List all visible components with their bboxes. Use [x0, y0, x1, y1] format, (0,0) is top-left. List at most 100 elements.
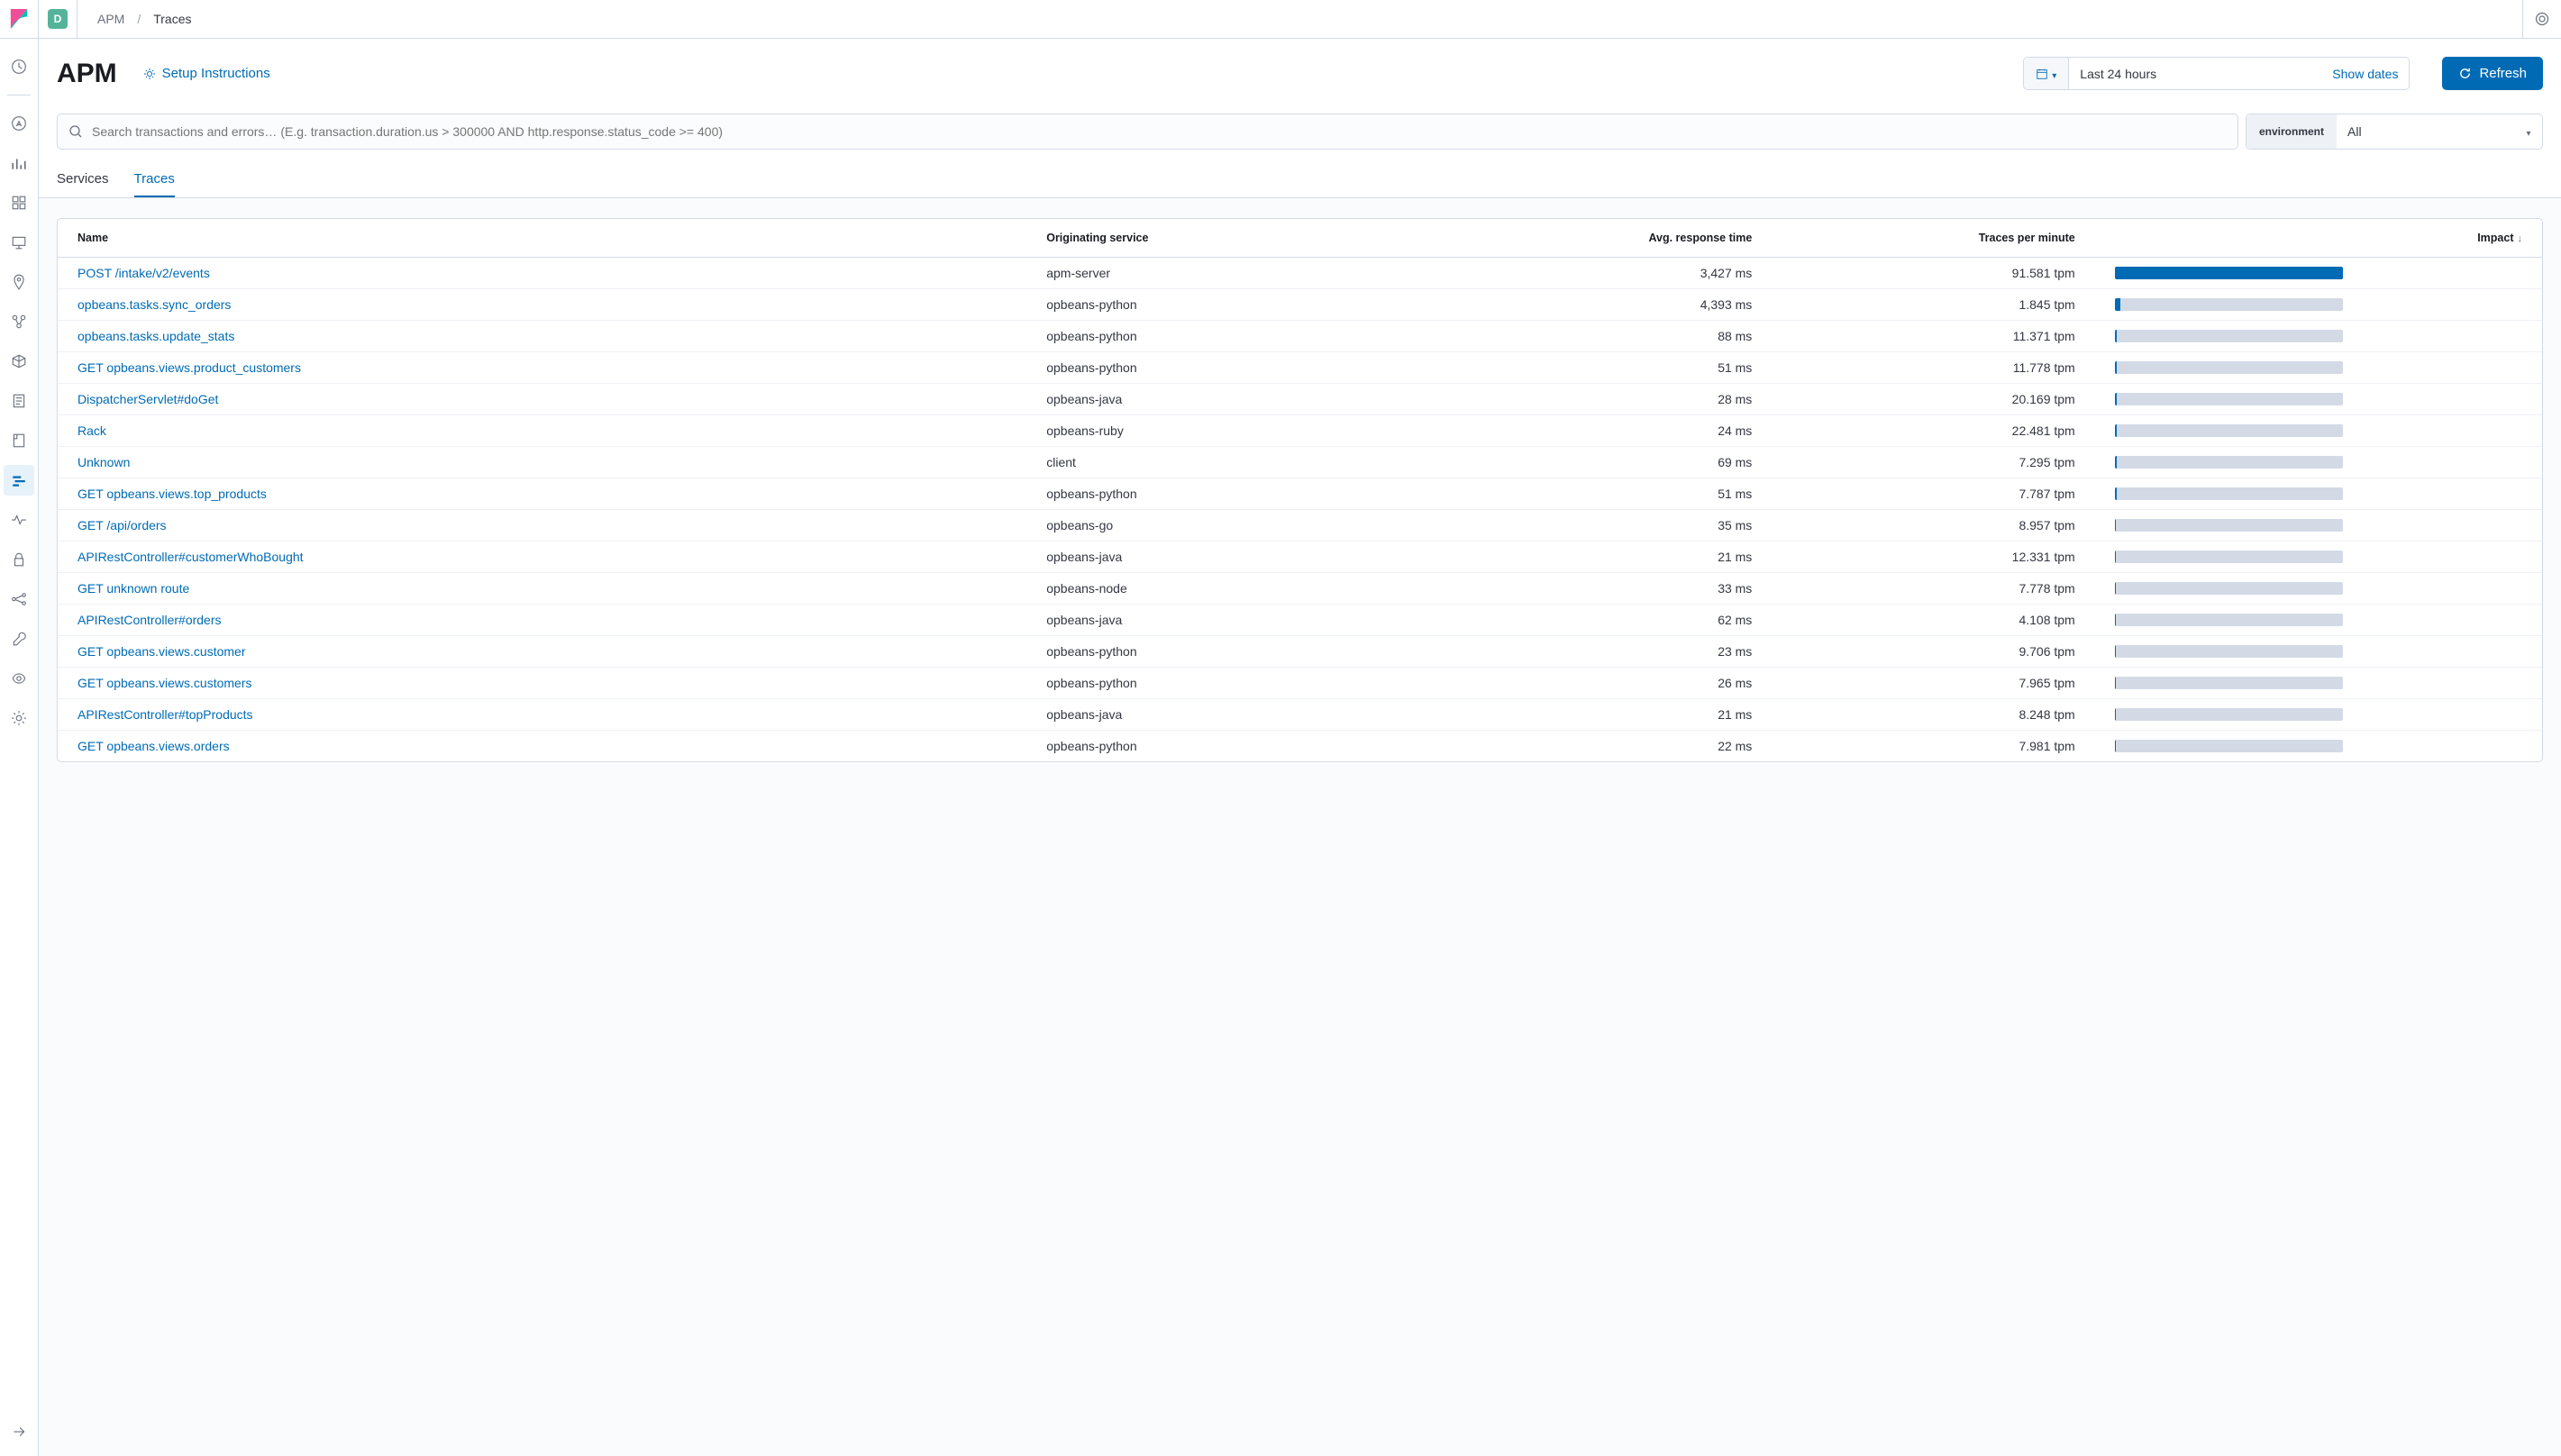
nav-infrastructure[interactable] [4, 346, 34, 377]
tpm-cell: 7.787 tpm [1772, 478, 2094, 510]
ml-icon [11, 314, 27, 330]
impact-bar [2115, 740, 2343, 752]
nav-maps[interactable] [4, 267, 34, 297]
table-row: GET opbeans.views.product_customers opbe… [58, 352, 2542, 384]
trace-name-link[interactable]: GET opbeans.views.customers [77, 676, 252, 690]
trace-name-link[interactable]: APIRestController#customerWhoBought [77, 550, 304, 564]
avg-cell: 4,393 ms [1449, 289, 1772, 321]
bar-chart-icon [11, 155, 27, 171]
kibana-logo[interactable] [0, 0, 39, 39]
gear-icon [11, 710, 27, 726]
impact-cell [2095, 699, 2542, 731]
trace-name-link[interactable]: GET /api/orders [77, 518, 167, 532]
search-input[interactable] [92, 124, 2227, 139]
tab-services[interactable]: Services [57, 171, 109, 197]
avg-cell: 69 ms [1449, 447, 1772, 478]
nav-discover[interactable] [4, 108, 34, 139]
tabs: Services Traces [57, 171, 2543, 197]
nav-monitoring[interactable] [4, 663, 34, 694]
nav-visualize[interactable] [4, 148, 34, 178]
apm-icon [11, 472, 27, 488]
service-cell: client [1026, 447, 1449, 478]
trace-name-link[interactable]: opbeans.tasks.sync_orders [77, 297, 231, 312]
nav-dashboard[interactable] [4, 187, 34, 218]
wrench-icon [11, 631, 27, 647]
table-row: opbeans.tasks.sync_orders opbeans-python… [58, 289, 2542, 321]
nav-canvas[interactable] [4, 227, 34, 258]
service-cell: opbeans-python [1026, 636, 1449, 668]
trace-name-link[interactable]: POST /intake/v2/events [77, 266, 210, 280]
service-cell: opbeans-java [1026, 605, 1449, 636]
network-icon [11, 591, 27, 607]
date-range-display[interactable]: Last 24 hours [2069, 58, 2321, 89]
refresh-button[interactable]: Refresh [2442, 57, 2543, 90]
trace-name-link[interactable]: APIRestController#topProducts [77, 707, 253, 722]
nav-apm[interactable] [4, 465, 34, 496]
kibana-logo-icon [10, 9, 28, 29]
refresh-icon [2458, 67, 2472, 80]
table-row: DispatcherServlet#doGet opbeans-java 28 … [58, 384, 2542, 415]
trace-name-link[interactable]: GET unknown route [77, 581, 189, 596]
setup-instructions-label: Setup Instructions [162, 66, 270, 81]
tpm-cell: 7.778 tpm [1772, 573, 2094, 605]
avg-cell: 21 ms [1449, 699, 1772, 731]
table-row: GET opbeans.views.customer opbeans-pytho… [58, 636, 2542, 668]
impact-cell [2095, 731, 2542, 762]
service-cell: opbeans-python [1026, 352, 1449, 384]
trace-name-link[interactable]: GET opbeans.views.product_customers [77, 360, 301, 375]
table-row: GET /api/orders opbeans-go 35 ms 8.957 t… [58, 510, 2542, 541]
date-picker-calendar-button[interactable] [2024, 58, 2069, 89]
tpm-cell: 11.778 tpm [1772, 352, 2094, 384]
trace-name-link[interactable]: DispatcherServlet#doGet [77, 392, 218, 406]
nav-uptime[interactable] [4, 505, 34, 535]
breadcrumb-parent[interactable]: APM [97, 12, 124, 26]
trace-name-link[interactable]: Rack [77, 423, 106, 438]
impact-bar [2115, 330, 2343, 342]
setup-instructions-link[interactable]: Setup Instructions [142, 66, 270, 81]
top-header: D APM / Traces [0, 0, 2561, 39]
show-dates-button[interactable]: Show dates [2321, 58, 2409, 89]
tpm-cell: 12.331 tpm [1772, 541, 2094, 573]
clock-icon [11, 59, 27, 75]
nav-siem[interactable] [4, 425, 34, 456]
col-header-tpm[interactable]: Traces per minute [1772, 219, 2094, 258]
impact-cell [2095, 636, 2542, 668]
nav-ml[interactable] [4, 306, 34, 337]
col-header-impact[interactable]: Impact↓ [2095, 219, 2542, 258]
table-row: Rack opbeans-ruby 24 ms 22.481 tpm [58, 415, 2542, 447]
service-cell: opbeans-go [1026, 510, 1449, 541]
impact-cell [2095, 541, 2542, 573]
tpm-cell: 4.108 tpm [1772, 605, 2094, 636]
nav-dev-tools[interactable] [4, 623, 34, 654]
col-header-service[interactable]: Originating service [1026, 219, 1449, 258]
nav-graph[interactable] [4, 584, 34, 614]
document-icon [11, 432, 27, 449]
tpm-cell: 11.371 tpm [1772, 321, 2094, 352]
pin-icon [11, 274, 27, 290]
search-box[interactable] [57, 114, 2238, 150]
impact-cell [2095, 573, 2542, 605]
trace-name-link[interactable]: APIRestController#orders [77, 613, 222, 627]
nav-logs[interactable] [4, 386, 34, 416]
trace-name-link[interactable]: GET opbeans.views.customer [77, 644, 246, 659]
avg-cell: 33 ms [1449, 573, 1772, 605]
environment-filter[interactable]: environment All [2246, 114, 2543, 150]
tab-traces[interactable]: Traces [134, 171, 175, 197]
trace-name-link[interactable]: Unknown [77, 455, 130, 469]
nav-security[interactable] [4, 544, 34, 575]
content-header: APM Setup Instructions Last 24 hours Sho… [39, 39, 2561, 198]
nav-management[interactable] [4, 703, 34, 733]
space-selector[interactable]: D [39, 0, 77, 39]
trace-name-link[interactable]: opbeans.tasks.update_stats [77, 329, 234, 343]
col-header-avg[interactable]: Avg. response time [1449, 219, 1772, 258]
table-row: Unknown client 69 ms 7.295 tpm [58, 447, 2542, 478]
trace-name-link[interactable]: GET opbeans.views.orders [77, 739, 230, 753]
nav-collapse[interactable] [4, 1416, 34, 1447]
service-cell: opbeans-python [1026, 731, 1449, 762]
impact-bar [2115, 487, 2343, 500]
col-header-name[interactable]: Name [58, 219, 1026, 258]
impact-bar [2115, 708, 2343, 721]
nav-recently-viewed[interactable] [4, 51, 34, 82]
help-menu[interactable] [2522, 0, 2561, 39]
trace-name-link[interactable]: GET opbeans.views.top_products [77, 487, 267, 501]
